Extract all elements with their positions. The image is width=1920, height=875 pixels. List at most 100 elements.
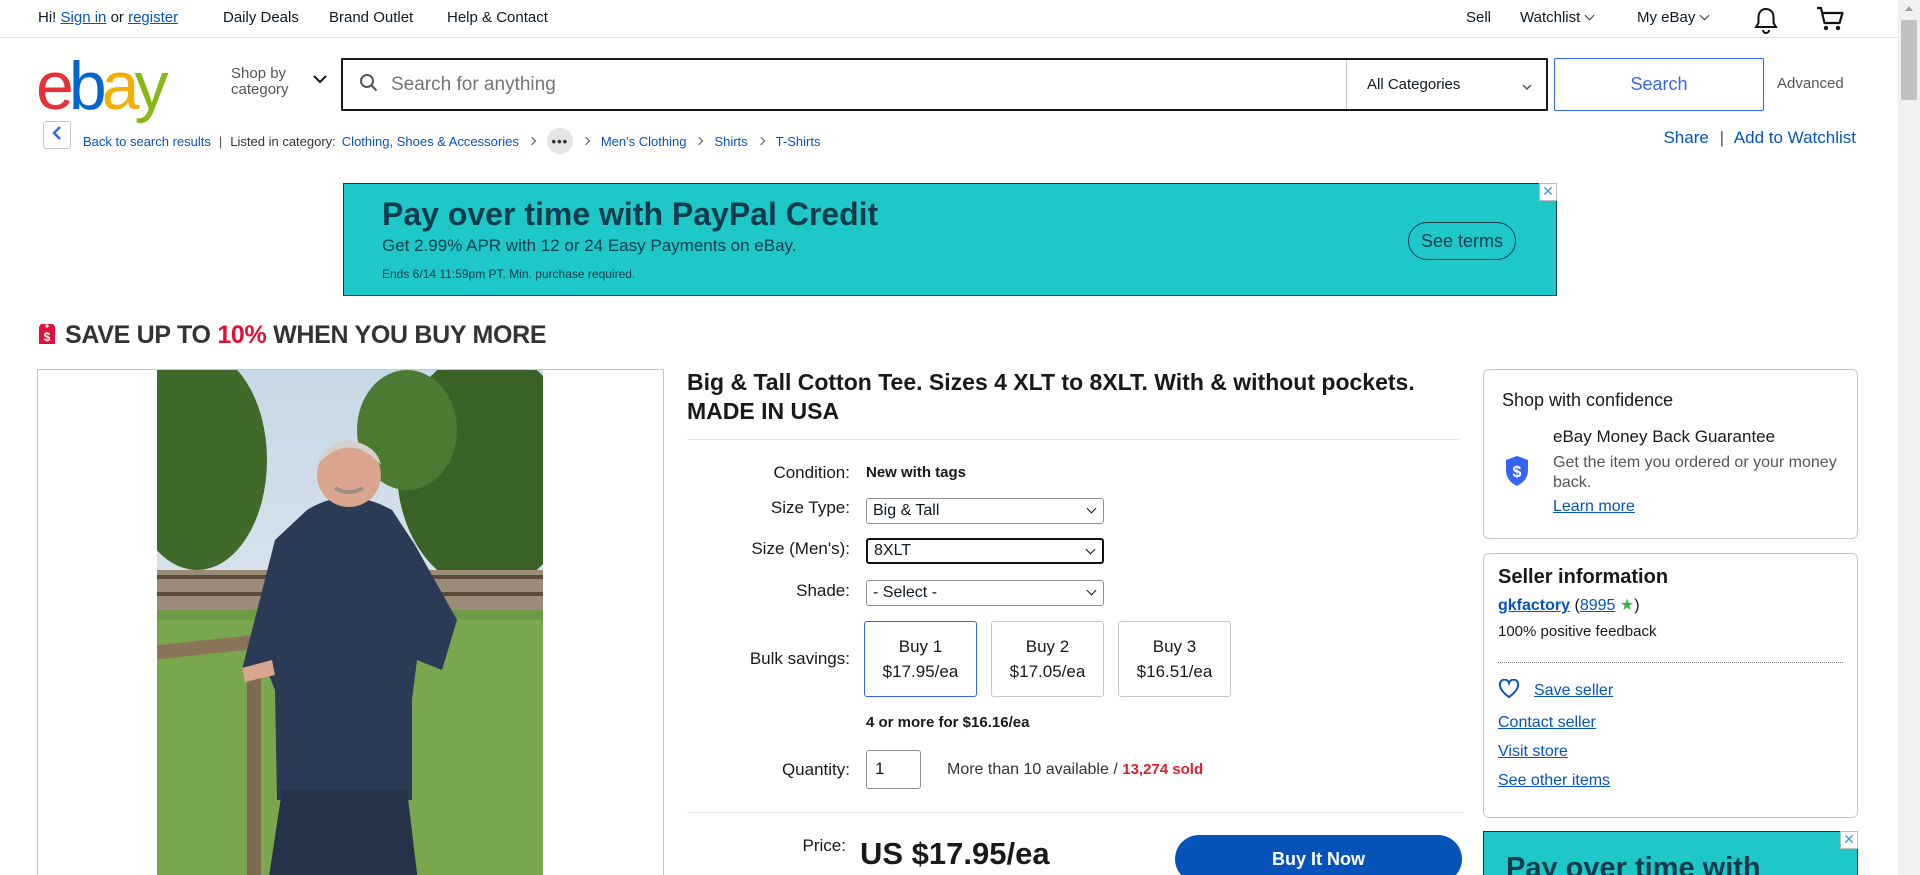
watchlist-menu[interactable]: Watchlist xyxy=(1520,9,1595,26)
my-ebay-menu[interactable]: My eBay xyxy=(1637,9,1710,26)
brand-outlet-link[interactable]: Brand Outlet xyxy=(329,9,413,26)
bulk-option-qty: Buy 3 xyxy=(1152,637,1197,656)
price-tag-icon: $ xyxy=(37,320,57,350)
availability-text: More than 10 available / 13,274 sold xyxy=(947,761,1203,779)
size-select[interactable]: 8XLT xyxy=(866,538,1104,564)
register-link[interactable]: register xyxy=(128,9,178,26)
share-link[interactable]: Share xyxy=(1663,128,1708,147)
notification-bell-icon[interactable] xyxy=(1753,6,1779,38)
seller-information-card: Seller information gkfactory (8995 ★) 10… xyxy=(1483,553,1858,818)
paypal-credit-ad[interactable]: Pay over time with PayPal Credit Get 2.9… xyxy=(343,183,1557,296)
svg-text:$: $ xyxy=(1513,464,1522,481)
scroll-up-icon[interactable] xyxy=(1905,6,1913,11)
my-ebay-label: My eBay xyxy=(1637,9,1696,26)
bulk-option-buy-3[interactable]: Buy 3 $16.51/ea xyxy=(1118,621,1231,697)
chevron-down-icon xyxy=(1522,78,1532,95)
back-button[interactable] xyxy=(43,121,71,149)
page-scrollbar[interactable] xyxy=(1898,0,1920,875)
contact-seller-link[interactable]: Contact seller xyxy=(1498,714,1596,732)
category-dropdown[interactable]: All Categories xyxy=(1346,60,1546,109)
chevron-down-icon xyxy=(313,72,327,88)
condition-label: Condition: xyxy=(773,463,850,482)
quantity-label: Quantity: xyxy=(781,760,850,779)
watchlist-label: Watchlist xyxy=(1520,9,1581,26)
ad2-headline: Pay over time with xyxy=(1506,852,1761,875)
savings-percent: 10% xyxy=(217,320,267,349)
shade-label: Shade: xyxy=(796,581,850,600)
daily-deals-link[interactable]: Daily Deals xyxy=(223,9,299,26)
top-nav-bar: Hi! Sign in or register Daily Deals Bran… xyxy=(0,0,1898,38)
visit-store-link[interactable]: Visit store xyxy=(1498,743,1568,761)
ad-fineprint: Ends 6/14 11:59pm PT. Min. purchase requ… xyxy=(382,267,636,281)
price-divider xyxy=(687,812,1463,813)
shop-by-category-button[interactable]: Shop by category xyxy=(231,65,327,98)
shop-with-confidence-card: Shop with confidence $ eBay Money Back G… xyxy=(1483,369,1858,539)
greeting-text: Hi! xyxy=(38,9,57,26)
logo-letter-y: y xyxy=(134,48,168,124)
logo-letter-a: a xyxy=(101,48,140,124)
more-categories-button[interactable]: ••• xyxy=(546,128,573,154)
shop-by-label: Shop by xyxy=(231,65,287,82)
condition-value: New with tags xyxy=(866,464,967,481)
svg-text:$: $ xyxy=(44,330,51,344)
ebay-logo[interactable]: ebay xyxy=(36,48,168,124)
help-contact-link[interactable]: Help & Contact xyxy=(447,9,548,26)
guarantee-title: eBay Money Back Guarantee xyxy=(1553,427,1776,446)
save-seller-row[interactable]: Save seller xyxy=(1498,678,1613,703)
ad-subline: Get 2.99% APR with 12 or 24 Easy Payment… xyxy=(382,236,797,255)
feedback-close: ) xyxy=(1634,597,1640,614)
share-divider: | xyxy=(1719,128,1724,147)
add-to-watchlist-link[interactable]: Add to Watchlist xyxy=(1734,128,1856,147)
bulk-option-price: $16.51/ea xyxy=(1136,662,1213,681)
savings-prefix: SAVE UP TO xyxy=(65,320,211,349)
ad2-close-icon[interactable]: ✕ xyxy=(1840,831,1858,849)
bulk-savings-banner: $ SAVE UP TO 10% WHEN YOU BUY MORE xyxy=(37,320,547,350)
sell-link[interactable]: Sell xyxy=(1466,9,1491,26)
save-seller-link[interactable]: Save seller xyxy=(1534,682,1613,700)
listed-in-label: Listed in category: xyxy=(230,133,336,149)
breadcrumb: Back to search results | Listed in categ… xyxy=(83,128,820,154)
star-icon: ★ xyxy=(1619,597,1635,614)
see-terms-button[interactable]: See terms xyxy=(1408,222,1516,260)
guarantee-text: Get the item you ordered or your money b… xyxy=(1553,454,1837,491)
bulk-savings-label: Bulk savings: xyxy=(749,649,850,668)
shade-select[interactable]: - Select - xyxy=(866,580,1104,606)
breadcrumb-item-clothing[interactable]: Clothing, Shoes & Accessories xyxy=(342,134,519,149)
scrollbar-thumb[interactable] xyxy=(1901,20,1917,100)
advanced-search-link[interactable]: Advanced xyxy=(1777,75,1844,92)
breadcrumb-item-tshirts[interactable]: T-Shirts xyxy=(776,134,821,149)
size-type-select[interactable]: Big & Tall xyxy=(866,498,1104,524)
back-to-search-link[interactable]: Back to search results xyxy=(83,134,211,149)
quantity-input[interactable]: 1 xyxy=(866,750,921,789)
cart-icon[interactable] xyxy=(1815,5,1845,37)
sign-in-link[interactable]: Sign in xyxy=(61,9,107,26)
title-divider xyxy=(687,439,1459,440)
share-watch-links: Share | Add to Watchlist xyxy=(1663,128,1856,148)
breadcrumb-item-shirts[interactable]: Shirts xyxy=(714,134,747,149)
paypal-credit-ad-sidebar[interactable]: Pay over time with ✕ xyxy=(1483,831,1858,875)
size-type-label: Size Type: xyxy=(770,498,850,517)
product-image-panel xyxy=(37,369,664,875)
size-label: Size (Men's): xyxy=(751,539,850,558)
category-label: category xyxy=(231,81,289,98)
savings-suffix: WHEN YOU BUY MORE xyxy=(273,320,547,349)
breadcrumb-item-mens-clothing[interactable]: Men's Clothing xyxy=(601,134,687,149)
see-other-items-link[interactable]: See other items xyxy=(1498,772,1610,790)
logo-letter-b: b xyxy=(68,48,107,124)
sold-count[interactable]: 13,274 sold xyxy=(1122,761,1203,778)
bulk-option-buy-1[interactable]: Buy 1 $17.95/ea xyxy=(864,621,977,697)
seller-info-title: Seller information xyxy=(1498,566,1669,588)
buy-it-now-button[interactable]: Buy It Now xyxy=(1175,835,1462,875)
bulk-option-qty: Buy 1 xyxy=(898,637,943,656)
chevron-down-icon xyxy=(1085,544,1096,555)
bulk-option-buy-2[interactable]: Buy 2 $17.05/ea xyxy=(991,621,1104,697)
seller-name-link[interactable]: gkfactory xyxy=(1498,597,1570,614)
breadcrumb-divider: | xyxy=(218,133,223,149)
ad-close-icon[interactable]: ✕ xyxy=(1539,183,1557,201)
feedback-count-link[interactable]: 8995 xyxy=(1580,597,1616,614)
search-input[interactable] xyxy=(391,73,1291,96)
product-photo[interactable] xyxy=(157,370,543,875)
search-button[interactable]: Search xyxy=(1554,58,1764,111)
price-value: US $17.95/ea xyxy=(860,836,1050,871)
learn-more-link[interactable]: Learn more xyxy=(1553,498,1635,516)
